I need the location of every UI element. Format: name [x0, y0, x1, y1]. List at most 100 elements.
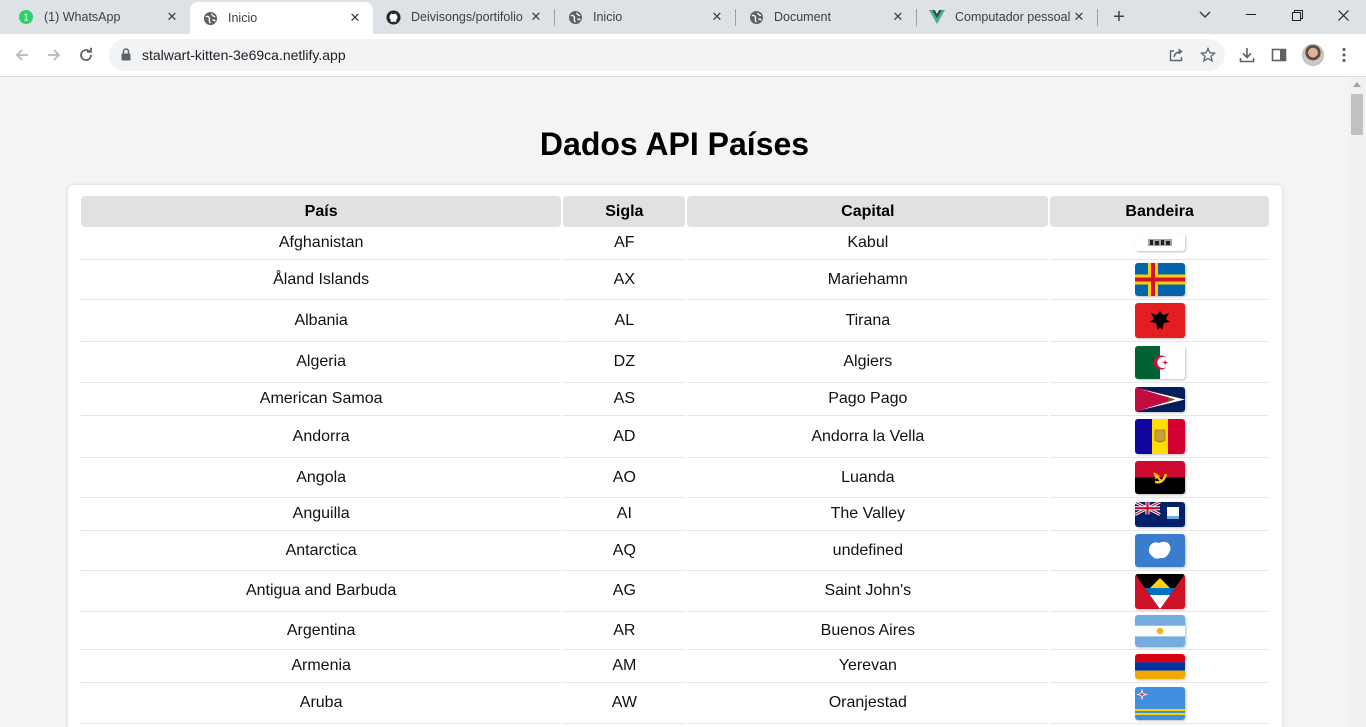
- country-capital: Saint John's: [687, 571, 1049, 612]
- argentina-flag: [1134, 614, 1185, 647]
- tab-separator: [1097, 9, 1098, 26]
- whatsapp-icon: 1: [18, 9, 34, 25]
- tab-search-button[interactable]: [1182, 0, 1228, 30]
- close-tab-icon[interactable]: ✕: [1071, 9, 1087, 25]
- afghanistan-flag: [1134, 234, 1185, 252]
- country-capital: Oranjestad: [687, 683, 1049, 724]
- tab-whatsapp[interactable]: 1 (1) WhatsApp ✕: [6, 0, 190, 34]
- country-capital: Kabul: [687, 227, 1049, 260]
- kebab-menu-icon[interactable]: [1334, 45, 1354, 65]
- close-tab-icon[interactable]: ✕: [709, 9, 725, 25]
- close-tab-icon[interactable]: ✕: [164, 9, 180, 25]
- globe-icon: [567, 9, 583, 25]
- countries-table: País Sigla Capital Bandeira Afghanistan …: [79, 196, 1271, 727]
- close-window-button[interactable]: [1320, 0, 1366, 30]
- tab-inicio-active[interactable]: Inicio ✕: [190, 2, 373, 34]
- country-name: Aruba: [81, 683, 562, 724]
- anguilla-flag: [1134, 501, 1185, 527]
- minimize-button[interactable]: [1228, 0, 1274, 30]
- country-capital: Algiers: [687, 342, 1049, 383]
- back-button[interactable]: [9, 42, 35, 68]
- country-capital: Pago Pago: [687, 383, 1049, 416]
- page-scrollbar[interactable]: [1349, 78, 1366, 727]
- country-code: AX: [563, 260, 686, 300]
- download-icon[interactable]: [1237, 45, 1257, 65]
- browser-toolbar: stalwart-kitten-3e69ca.netlify.app: [0, 34, 1366, 77]
- close-tab-icon[interactable]: ✕: [528, 9, 544, 25]
- country-code: AG: [563, 571, 686, 612]
- side-panel-icon[interactable]: [1269, 45, 1289, 65]
- scroll-up-arrow[interactable]: [1353, 82, 1361, 87]
- tab-title: Computador pessoal: [955, 10, 1071, 24]
- country-code: AQ: [563, 531, 686, 571]
- tab-title: Deivisongs/portifolio: [411, 10, 523, 24]
- tab-computador-pessoal[interactable]: Computador pessoal ✕: [917, 0, 1097, 34]
- tab-title: Document: [774, 10, 831, 24]
- forward-button[interactable]: [41, 42, 67, 68]
- algeria-flag: [1134, 345, 1185, 379]
- page-content: Dados API Países País Sigla Capital Band…: [0, 78, 1349, 727]
- close-tab-icon[interactable]: ✕: [890, 9, 906, 25]
- arrow-left-icon: [15, 49, 28, 61]
- globe-icon: [202, 10, 218, 26]
- column-header-sigla: Sigla: [563, 196, 686, 227]
- antarctica-flag: [1134, 534, 1185, 567]
- vue-icon: [929, 9, 945, 25]
- lock-icon[interactable]: [121, 48, 131, 66]
- country-name: Antigua and Barbuda: [81, 571, 562, 612]
- country-code: AO: [563, 458, 686, 498]
- country-name: Anguilla: [81, 498, 562, 531]
- reload-button[interactable]: [73, 42, 99, 68]
- table-row: Angola AO Luanda: [81, 458, 1269, 498]
- country-capital: The Valley: [687, 498, 1049, 531]
- country-name: American Samoa: [81, 383, 562, 416]
- aruba-flag: [1134, 686, 1185, 720]
- new-tab-button[interactable]: +: [1108, 6, 1130, 28]
- table-header-row: País Sigla Capital Bandeira: [81, 196, 1269, 227]
- address-bar[interactable]: stalwart-kitten-3e69ca.netlify.app: [109, 39, 1225, 71]
- close-tab-icon[interactable]: ✕: [347, 10, 363, 26]
- country-capital: Andorra la Vella: [687, 416, 1049, 458]
- albania-flag: [1134, 303, 1185, 338]
- country-capital: Buenos Aires: [687, 612, 1049, 650]
- restore-button[interactable]: [1274, 0, 1320, 30]
- table-row: Antarctica AQ undefined: [81, 531, 1269, 571]
- country-capital: Luanda: [687, 458, 1049, 498]
- column-header-bandeira: Bandeira: [1050, 196, 1269, 227]
- country-code: AM: [563, 650, 686, 683]
- country-code: AI: [563, 498, 686, 531]
- scroll-thumb[interactable]: [1351, 94, 1363, 135]
- url-text[interactable]: stalwart-kitten-3e69ca.netlify.app: [142, 47, 346, 63]
- armenia-flag: [1134, 653, 1185, 679]
- column-header-capital: Capital: [687, 196, 1049, 227]
- country-code: AD: [563, 416, 686, 458]
- andorra-flag: [1134, 419, 1185, 454]
- table-row: Åland Islands AX Mariehamn: [81, 260, 1269, 300]
- close-icon: [1337, 9, 1349, 21]
- aland-islands-flag: [1134, 263, 1185, 296]
- table-row: Anguilla AI The Valley: [81, 498, 1269, 531]
- bookmark-star-icon[interactable]: [1199, 46, 1217, 64]
- country-code: AW: [563, 683, 686, 724]
- profile-avatar[interactable]: [1302, 44, 1324, 66]
- globe-icon: [748, 9, 764, 25]
- table-row: Aruba AW Oranjestad: [81, 683, 1269, 724]
- country-capital: Tirana: [687, 300, 1049, 342]
- country-capital: undefined: [687, 531, 1049, 571]
- share-icon[interactable]: [1167, 46, 1185, 64]
- tab-title: Inicio: [228, 11, 258, 25]
- tab-strip: 1 (1) WhatsApp ✕ Inicio ✕ Deivisongs/por…: [0, 0, 1366, 34]
- chevron-down-icon: [1199, 11, 1211, 19]
- country-code: AS: [563, 383, 686, 416]
- country-code: DZ: [563, 342, 686, 383]
- tab-inicio[interactable]: Inicio ✕: [555, 0, 735, 34]
- tab-document[interactable]: Document ✕: [736, 0, 916, 34]
- github-icon: [385, 9, 401, 25]
- country-name: Antarctica: [81, 531, 562, 571]
- arrow-right-icon: [48, 49, 61, 61]
- minimize-icon: [1246, 14, 1256, 15]
- country-name: Afghanistan: [81, 227, 562, 260]
- tab-github[interactable]: Deivisongs/portifolio ✕: [373, 0, 554, 34]
- restore-icon: [1291, 9, 1303, 21]
- antigua-and-barbuda-flag: [1134, 573, 1185, 609]
